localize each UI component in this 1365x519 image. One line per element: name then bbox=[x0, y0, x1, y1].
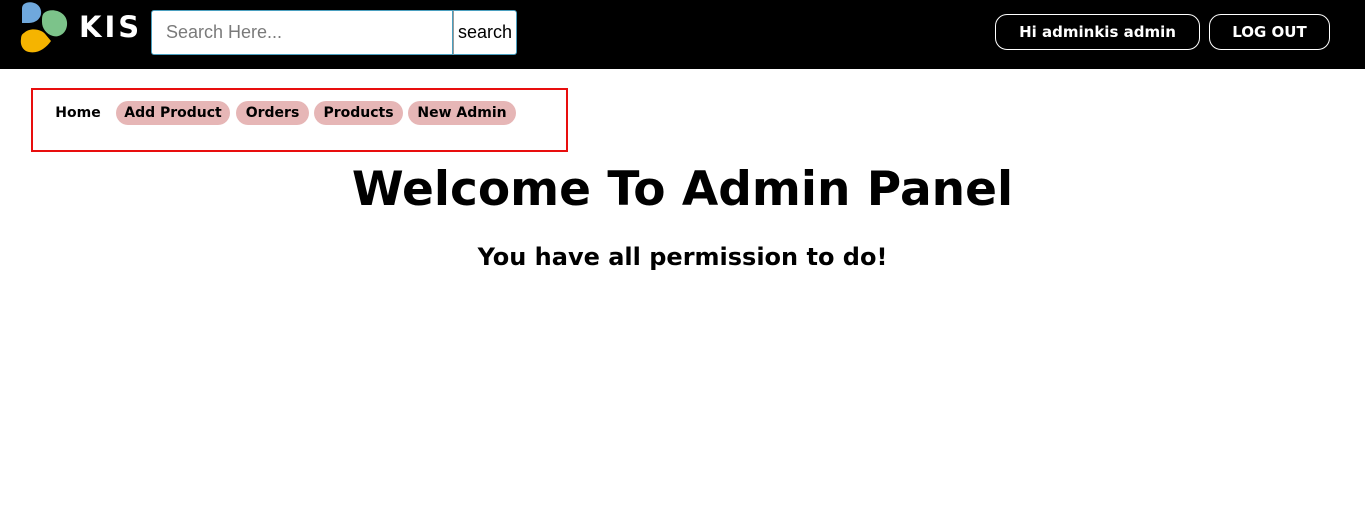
page-subtitle: You have all permission to do! bbox=[477, 243, 888, 271]
kis-logo-icon bbox=[20, 2, 68, 53]
search-bar: search bbox=[151, 10, 517, 55]
top-navbar: KIS search Hi adminkis admin LOG OUT bbox=[0, 0, 1365, 69]
page-title: Welcome To Admin Panel bbox=[351, 162, 1014, 217]
nav-item-add-product[interactable]: Add Product bbox=[116, 101, 230, 125]
search-button[interactable]: search bbox=[453, 10, 517, 55]
logo-text: KIS bbox=[79, 10, 143, 44]
nav-item-products[interactable]: Products bbox=[314, 101, 403, 125]
site-logo[interactable]: KIS bbox=[20, 1, 140, 55]
logout-button[interactable]: LOG OUT bbox=[1209, 14, 1330, 50]
user-greeting-button[interactable]: Hi adminkis admin bbox=[995, 14, 1200, 50]
nav-item-home[interactable]: Home bbox=[50, 101, 106, 125]
nav-item-orders[interactable]: Orders bbox=[236, 101, 309, 125]
nav-item-new-admin[interactable]: New Admin bbox=[408, 101, 516, 125]
search-input[interactable] bbox=[151, 10, 453, 55]
